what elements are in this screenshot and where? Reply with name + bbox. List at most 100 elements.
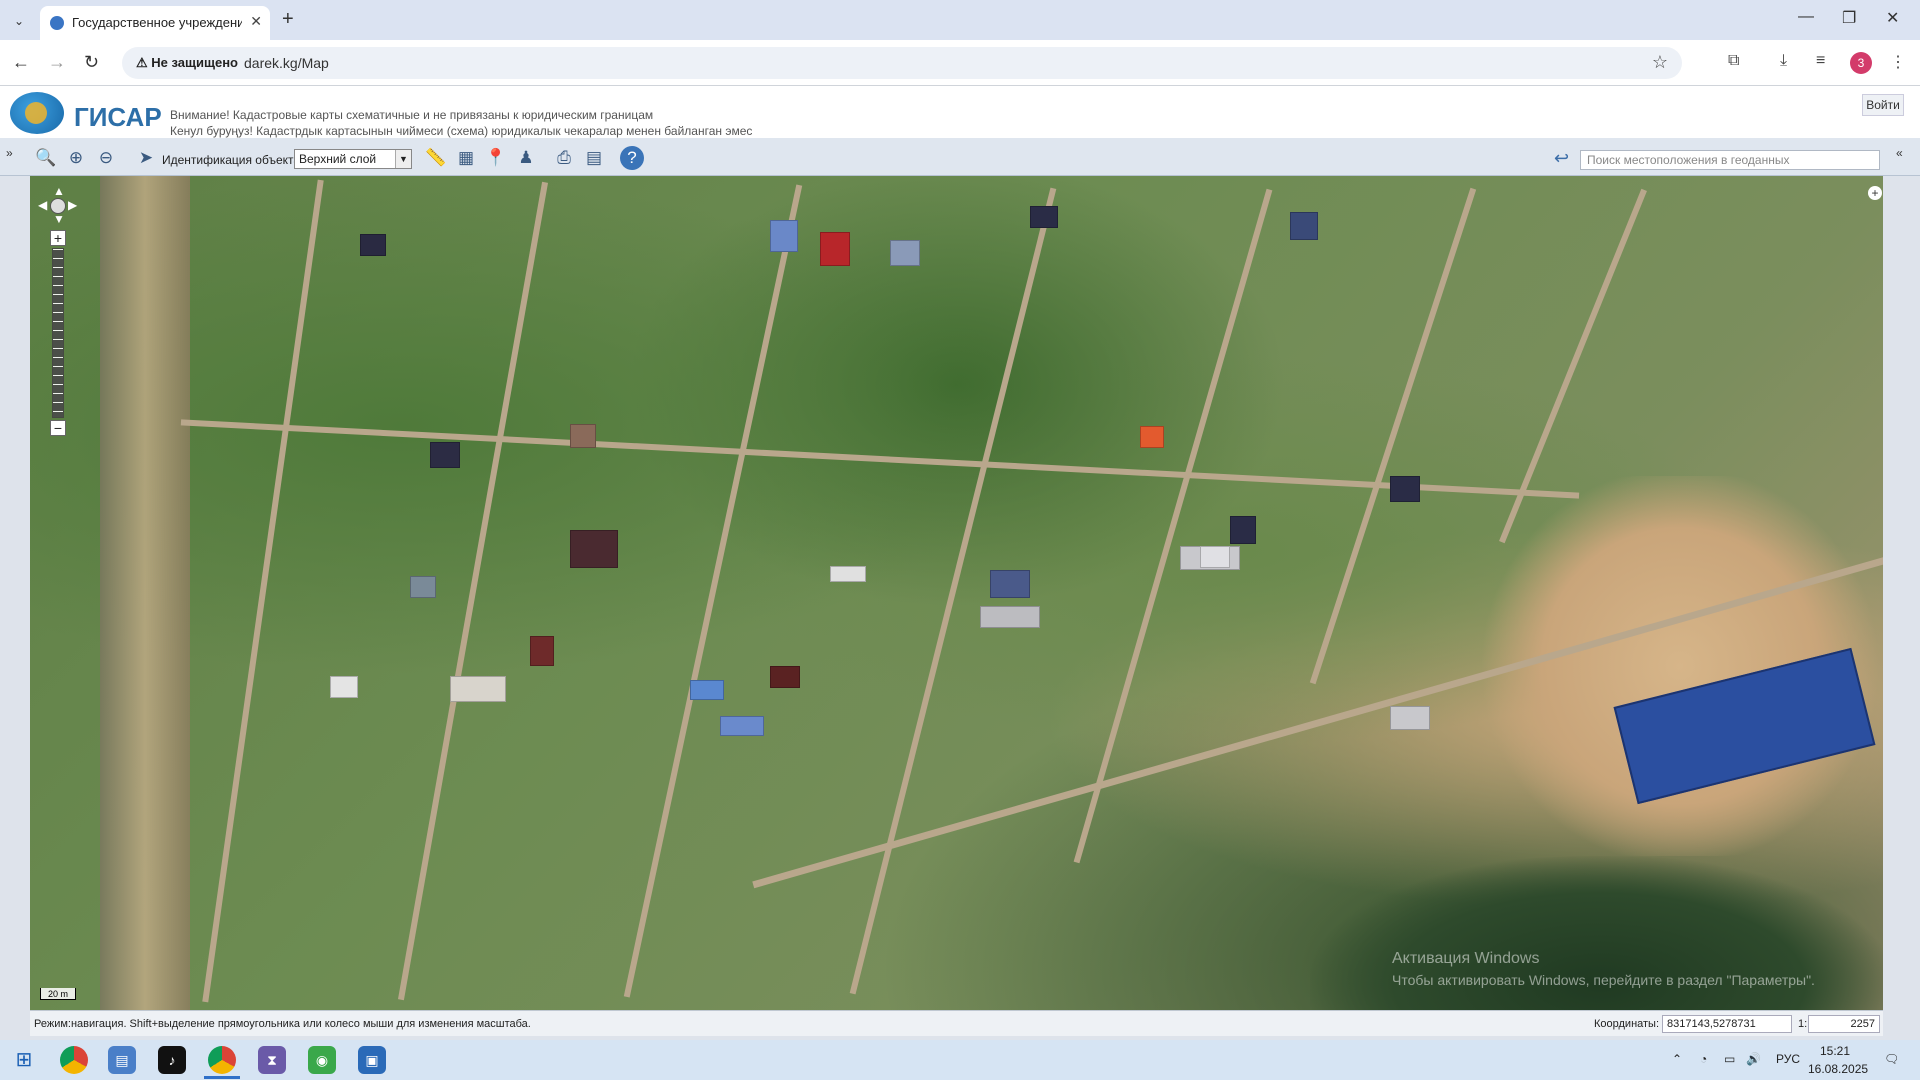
building-roof [330,676,358,698]
back-arrow-icon[interactable]: ↩ [1554,148,1569,169]
notifications-icon[interactable]: 🗨 [1884,1052,1899,1066]
login-button[interactable]: Войти [1862,94,1904,116]
window-close-icon[interactable]: ✕ [1886,8,1899,28]
restore-icon[interactable]: ❐ [1842,8,1856,28]
building-roof [820,232,850,266]
road [202,179,324,1003]
windows-watermark-text: Чтобы активировать Windows, перейдите в … [1392,972,1815,988]
building-roof [410,576,436,598]
windows-watermark-title: Активация Windows [1392,950,1540,967]
building-roof [720,716,764,736]
pan-right-icon[interactable]: ▶ [68,198,77,212]
map-layers-plus-icon[interactable]: + [1868,186,1882,200]
files-app-icon[interactable]: ▤ [108,1046,136,1074]
zoom-in-button[interactable]: + [50,230,66,246]
measure-area-icon[interactable]: ▦ [454,146,478,170]
road [1309,187,1477,685]
scale-field[interactable]: 2257 [1808,1015,1880,1033]
url-text[interactable]: darek.kg/Map [244,55,329,71]
building-roof [1230,516,1256,544]
extensions-icon[interactable]: ⧉ [1728,52,1739,70]
windows-start-icon[interactable]: ⊞ [10,1046,38,1074]
bookmark-star-icon[interactable]: ☆ [1652,52,1668,73]
tiktok-icon[interactable]: ♪ [158,1046,186,1074]
building-roof [360,234,386,256]
building-roof [830,566,866,582]
help-icon[interactable]: ? [620,146,644,170]
minimize-icon[interactable]: — [1798,8,1814,26]
identify-icon[interactable]: ➤ [134,146,158,170]
building-roof [980,606,1040,628]
chrome-active-icon[interactable] [208,1046,236,1074]
building-roof [570,530,618,568]
zoom-out-tool-icon[interactable]: ⊖ [94,146,118,170]
building-roof [1030,206,1058,228]
building-roof [1390,476,1420,502]
pan-up-icon[interactable]: ▲ [53,184,65,198]
map-canvas[interactable]: ▲ ◀ ▶ ▼ + − + 20 m Активация Windows Что… [30,176,1883,1010]
globe-icon[interactable] [50,198,66,214]
chrome-icon[interactable] [60,1046,88,1074]
network-icon[interactable]: ▭ [1724,1052,1735,1066]
coord-field[interactable]: 8317143,5278731 [1662,1015,1792,1033]
reload-icon[interactable]: ↻ [84,52,99,73]
pan-down-icon[interactable]: ▼ [53,212,65,226]
layer-select[interactable]: Верхний слой ▼ [294,149,412,169]
media-icon[interactable]: ≡ [1816,52,1825,70]
building-roof [1140,426,1164,448]
zoom-out-button[interactable]: − [50,420,66,436]
browser-tab[interactable]: Государственное учреждение ✕ [40,6,270,40]
collapse-right-panel-icon[interactable]: « [1896,146,1903,160]
new-tab-icon[interactable]: + [282,8,294,31]
close-tab-icon[interactable]: ✕ [250,13,262,30]
tray-chevron-icon[interactable]: ⌃ [1672,1052,1682,1066]
mode-status: Режим:навигация. Shift+выделение прямоуг… [34,1018,531,1030]
building-roof [1200,546,1230,568]
zoom-slider[interactable] [52,248,64,418]
language-indicator[interactable]: РУС [1776,1052,1800,1066]
download-icon[interactable]: ⤓ [1780,52,1787,70]
map-nav-control: ▲ ◀ ▶ ▼ + − [38,184,78,436]
volume-icon[interactable]: 🔊 [1746,1052,1761,1066]
scale-prefix: 1: [1798,1018,1808,1030]
scale-bar: 20 m [40,988,76,1000]
export-icon[interactable]: ▤ [582,146,606,170]
building-roof [1290,212,1318,240]
tab-search-icon[interactable]: ⌄ [8,10,30,32]
coord-label: Координаты: [1594,1018,1660,1030]
browser-menu-icon[interactable]: ⋮ [1890,52,1906,72]
geo-search-input[interactable]: Поиск местоположения в геоданных [1580,150,1880,170]
zoom-in-tool-icon[interactable]: ⊕ [64,146,88,170]
notice-ru: Внимание! Кадастровые карты схематичные … [170,108,654,122]
street-person-icon[interactable]: ♟ [514,146,538,170]
tab-title: Государственное учреждение [72,15,242,30]
forward-icon[interactable]: → [48,52,66,73]
location-pin-icon[interactable]: 📍 [484,146,508,170]
profile-avatar[interactable]: 3 [1850,52,1872,74]
clock-time[interactable]: 15:21 [1820,1044,1850,1058]
security-warning[interactable]: ⚠ Не защищено [136,55,238,71]
active-app-indicator [204,1076,240,1079]
building-roof [770,220,798,252]
chevron-down-icon: ▼ [395,150,411,168]
building-roof [430,442,460,468]
back-icon[interactable]: ← [12,52,30,73]
camera-app-icon[interactable]: ◉ [308,1046,336,1074]
app-window-icon[interactable]: ⧗ [258,1046,286,1074]
browser-addressbar: ← → ↻ ⚠ Не защищено darek.kg/Map ☆ ⧉ ⤓ ≡… [0,40,1920,86]
site-favicon-icon [50,16,64,30]
pan-left-icon[interactable]: ◀ [38,198,47,212]
zoom-box-icon[interactable]: 🔍 [34,146,58,170]
tray-app-icon[interactable]: ◔ [1700,1052,1707,1066]
desktop-app-icon[interactable]: ▣ [358,1046,386,1074]
road [180,419,1580,499]
print-icon[interactable]: ⎙ [552,146,576,170]
windows-taskbar: ⊞ ▤ ♪ ⧗ ◉ ▣ ⌃ ◔ ▭ 🔊 РУС 15:21 16.08.2025… [0,1040,1920,1080]
building-roof [770,666,800,688]
measure-distance-icon[interactable]: 📏 [424,146,448,170]
expand-left-panel-icon[interactable]: » [6,146,13,160]
building-roof [530,636,554,666]
omnibox[interactable]: ⚠ Не защищено darek.kg/Map ☆ [122,47,1682,79]
clock-date[interactable]: 16.08.2025 [1808,1062,1868,1076]
building-roof [450,676,506,702]
